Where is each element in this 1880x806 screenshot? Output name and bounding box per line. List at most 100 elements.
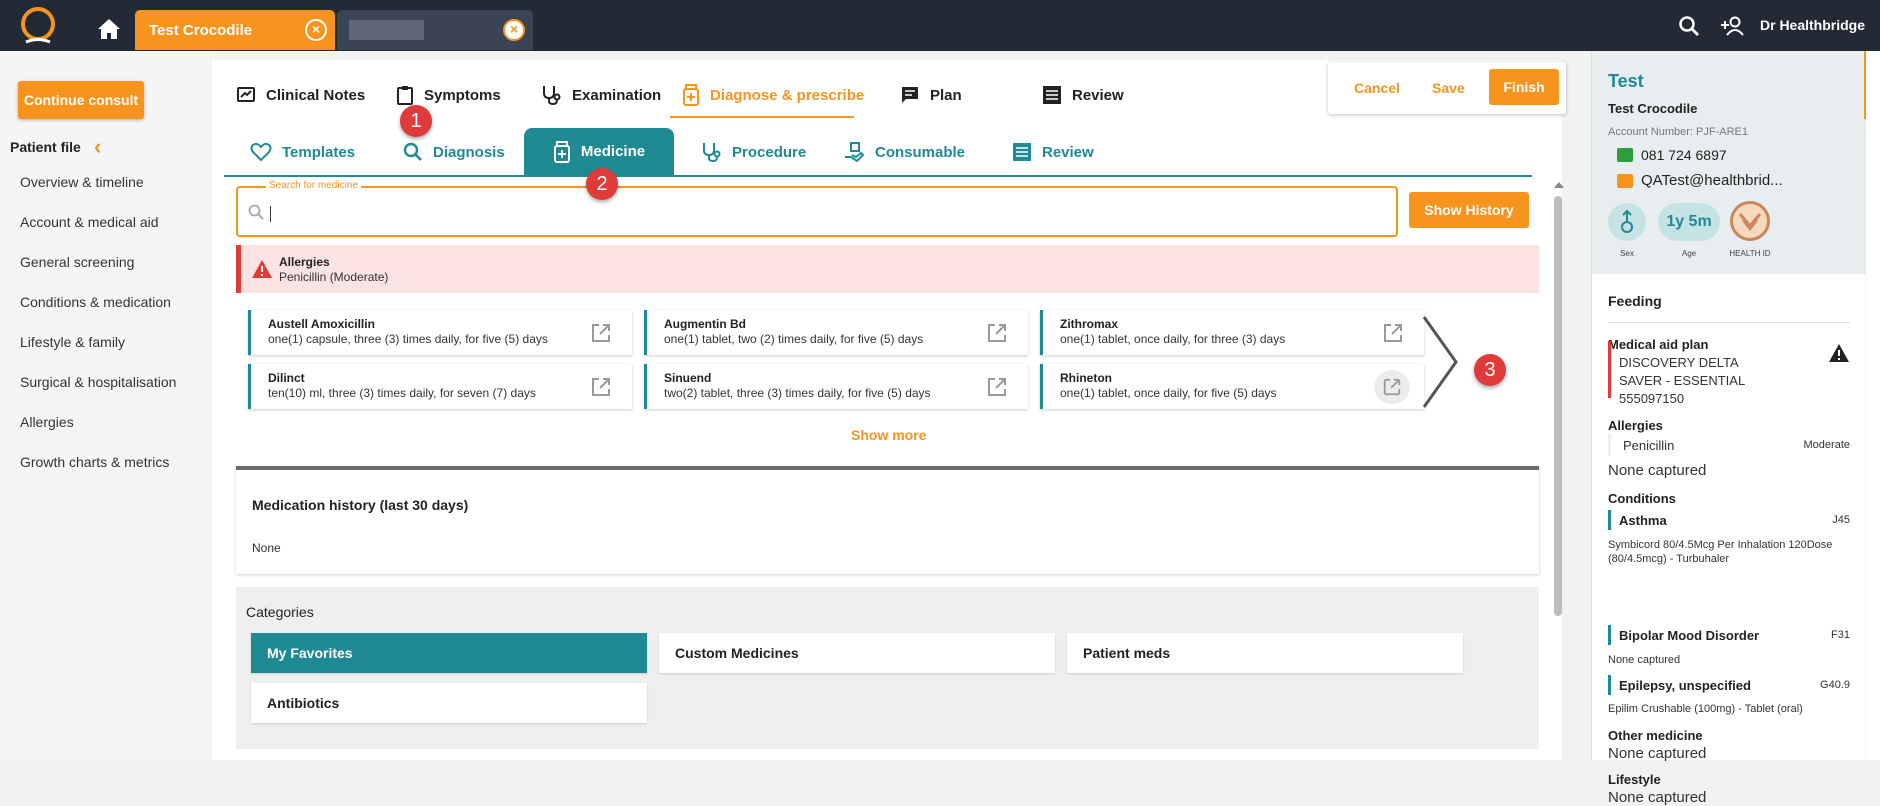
chevron-right-icon[interactable]: [1420, 315, 1460, 409]
phone[interactable]: 081 724 6897: [1617, 147, 1727, 163]
logo-icon[interactable]: [18, 6, 58, 46]
step-badge: 3: [1474, 354, 1506, 386]
medicine-name: Rhineton: [1060, 371, 1112, 385]
nav-item[interactable]: Surgical & hospitalisation: [20, 373, 176, 413]
patient-file-nav: Overview & timeline Account & medical ai…: [20, 173, 176, 493]
patient-tab[interactable]: ×: [337, 10, 533, 50]
medicine-card[interactable]: Zithromax one(1) tablet, once daily, for…: [1040, 310, 1424, 355]
tab-plan[interactable]: Plan: [900, 84, 962, 106]
open-external-icon[interactable]: [1382, 322, 1404, 344]
categories-panel: Categories My Favorites Custom Medicines…: [236, 587, 1539, 760]
patient-full-name: Test Crocodile: [1608, 101, 1698, 116]
search-icon[interactable]: [1678, 15, 1700, 37]
save-button[interactable]: Save: [1432, 80, 1465, 96]
redacted-tab-label: [349, 20, 424, 40]
tab-examination[interactable]: Examination: [540, 84, 661, 106]
nav-item[interactable]: Lifestyle & family: [20, 333, 176, 373]
search-icon: [403, 142, 422, 161]
open-external-icon[interactable]: [590, 322, 612, 344]
close-icon[interactable]: ×: [305, 19, 327, 41]
nav-item[interactable]: Growth charts & metrics: [20, 453, 176, 493]
email[interactable]: QATest@healthbrid...: [1617, 172, 1783, 189]
condition-name: Bipolar Mood Disorder: [1619, 627, 1760, 643]
medicine-name: Dilinct: [268, 371, 305, 385]
close-icon[interactable]: ×: [503, 19, 525, 41]
category-patient-meds[interactable]: Patient meds: [1067, 633, 1463, 673]
left-sidebar: Continue consult Patient file ‹ Overview…: [0, 51, 210, 760]
allergy-text: Penicillin (Moderate): [279, 270, 389, 284]
medicine-card[interactable]: Augmentin Bd one(1) tablet, two (2) time…: [644, 310, 1028, 355]
medicine-card[interactable]: Austell Amoxicillin one(1) capsule, thre…: [248, 310, 632, 355]
allergy-item: Penicillin Moderate: [1608, 434, 1850, 456]
medicine-card[interactable]: Sinuend two(2) tablet, three (3) times d…: [644, 364, 1028, 409]
patient-summary-panel: Test Test Crocodile Account Number: PJF-…: [1591, 51, 1867, 806]
show-history-button[interactable]: Show History: [1409, 192, 1529, 228]
stethoscope-icon: [543, 86, 561, 106]
tab-symptoms[interactable]: Symptoms: [396, 84, 501, 106]
add-user-icon[interactable]: [1720, 15, 1746, 37]
show-more-link[interactable]: Show more: [851, 427, 926, 443]
nav-item[interactable]: Conditions & medication: [20, 293, 176, 333]
heart-icon: [250, 142, 272, 162]
home-icon[interactable]: [97, 18, 121, 40]
subtab-diagnosis[interactable]: Diagnosis: [403, 140, 505, 164]
category-custom-medicines[interactable]: Custom Medicines: [659, 633, 1055, 673]
medicine-card[interactable]: Rhineton one(1) tablet, once daily, for …: [1040, 364, 1424, 409]
subtab-templates[interactable]: Templates: [250, 140, 355, 164]
tab-review[interactable]: Review: [1042, 84, 1124, 106]
list-icon: [1013, 143, 1031, 161]
open-external-icon[interactable]: [986, 322, 1008, 344]
allergies-heading: Allergies: [1608, 418, 1663, 433]
search-icon: [248, 204, 264, 220]
medicine-bottle-icon: [683, 84, 699, 106]
action-bar: Cancel Save Finish: [1328, 62, 1566, 114]
scroll-up-arrow[interactable]: [1554, 182, 1564, 188]
category-antibiotics[interactable]: Antibiotics: [251, 683, 647, 723]
panel-divider: [236, 749, 1539, 760]
scrollbar-thumb[interactable]: [1554, 196, 1562, 616]
cancel-button[interactable]: Cancel: [1354, 80, 1400, 96]
nav-item[interactable]: Account & medical aid: [20, 213, 176, 253]
condition-code: J45: [1832, 514, 1850, 526]
subtab-review[interactable]: Review: [1012, 140, 1094, 164]
patient-tab-label: Test Crocodile: [149, 21, 253, 39]
user-name[interactable]: Dr Healthbridge: [1760, 17, 1865, 33]
phone-number: 081 724 6897: [1641, 147, 1727, 163]
consumable-icon: [845, 142, 865, 163]
subtab-label: Medicine: [580, 143, 646, 160]
nav-item[interactable]: Overview & timeline: [20, 173, 176, 213]
tab-diagnose-prescribe[interactable]: Diagnose & prescribe: [682, 84, 864, 106]
finish-button[interactable]: Finish: [1489, 69, 1559, 105]
tab-clinical-notes[interactable]: Clinical Notes: [236, 84, 365, 106]
open-external-icon[interactable]: [1374, 370, 1410, 404]
nav-item[interactable]: Allergies: [20, 413, 176, 453]
stethoscope-icon: [703, 143, 721, 163]
condition-code: F31: [1831, 629, 1850, 641]
medicine-dosage: one(1) capsule, three (3) times daily, f…: [268, 332, 548, 346]
subtab-procedure[interactable]: Procedure: [700, 140, 806, 164]
open-external-icon[interactable]: [590, 376, 612, 398]
medicine-name: Augmentin Bd: [664, 317, 746, 331]
medicine-card[interactable]: Dilinct ten(10) ml, three (3) times dail…: [248, 364, 632, 409]
patient-file-heading: Patient file: [10, 139, 81, 155]
medicine-dosage: one(1) tablet, once daily, for five (5) …: [1060, 386, 1277, 400]
continue-consult-button[interactable]: Continue consult: [18, 81, 144, 119]
divider: [1608, 322, 1850, 323]
medical-aid-heading: Medical aid plan: [1608, 337, 1709, 352]
nav-item[interactable]: General screening: [20, 253, 176, 293]
condition-detail: None captured: [1608, 654, 1681, 666]
category-my-favorites[interactable]: My Favorites: [251, 633, 647, 673]
medical-aid-bar: [1608, 341, 1611, 398]
open-external-icon[interactable]: [986, 376, 1008, 398]
patient-tab-active[interactable]: Test Crocodile ×: [135, 10, 335, 50]
subtab-consumable[interactable]: Consumable: [843, 140, 965, 164]
medicine-search-input[interactable]: [236, 186, 1398, 237]
plan-icon: [902, 87, 918, 103]
medicine-name: Austell Amoxicillin: [268, 317, 375, 331]
patient-first-name[interactable]: Test: [1608, 71, 1644, 92]
chevron-left-icon[interactable]: ‹: [94, 136, 101, 158]
tab-label: Symptoms: [424, 86, 501, 104]
health-id-label: HEALTH ID: [1729, 249, 1771, 258]
warning-icon[interactable]: [1828, 343, 1850, 363]
health-id-icon[interactable]: [1730, 201, 1770, 241]
